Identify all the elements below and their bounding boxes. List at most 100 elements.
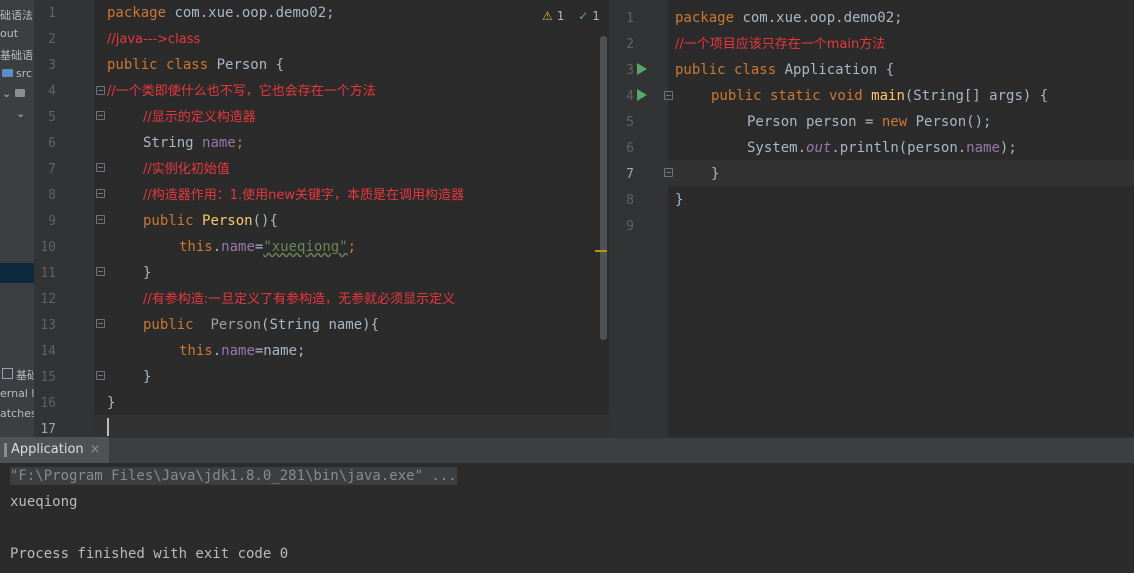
- project-panel: 础语法 out 基础语 src ⌄ ⌄ 基础 ernal l atches: [0, 0, 34, 437]
- code-line: //实例化初始值: [143, 156, 230, 182]
- fold-marker-icon[interactable]: [664, 168, 673, 177]
- keyword: package: [675, 10, 735, 26]
- keyword: public static void: [711, 88, 872, 104]
- line-number: 5: [626, 115, 634, 130]
- code-line: //有参构造:一旦定义了有参构造，无参就必须显示定义: [143, 286, 455, 312]
- fold-marker-icon[interactable]: [664, 91, 673, 100]
- project-item[interactable]: out: [0, 27, 18, 40]
- line-number: 7: [48, 162, 56, 177]
- code-line: Person person = new Person();: [747, 109, 991, 135]
- warning-triangle-icon[interactable]: ⚠: [542, 9, 553, 23]
- library-icon: [2, 368, 13, 379]
- warning-count: 1: [556, 9, 565, 23]
- keyword: public class: [107, 57, 209, 73]
- string-literal: "xueqiong": [263, 239, 348, 255]
- close-icon[interactable]: ×: [90, 442, 101, 457]
- line-number: 4: [48, 84, 56, 99]
- fold-marker-icon[interactable]: [96, 86, 105, 95]
- console-command: "F:\Program Files\Java\jdk1.8.0_281\bin\…: [10, 467, 457, 485]
- code-text: }: [143, 265, 152, 281]
- project-item[interactable]: 基础语: [0, 47, 33, 63]
- line-number: 12: [40, 292, 56, 307]
- code-line: }: [143, 260, 151, 286]
- method-name: Person: [210, 317, 262, 333]
- code-text: com.xue.oop.demo02;: [734, 10, 903, 26]
- vertical-scrollbar[interactable]: [600, 36, 607, 340]
- comment: //java--->class: [107, 32, 201, 47]
- line-number: 1: [48, 6, 56, 21]
- project-item-label: 基础: [16, 369, 34, 382]
- editor-application[interactable]: 1 2 3 4 5 6 7 8 9 package com.xue.oop.de…: [609, 0, 1134, 437]
- editor-person[interactable]: 1 2 3 4 5 6 7 8 9 10 11 12 13 14 15 16 1…: [34, 0, 648, 441]
- run-gutter-icon[interactable]: [637, 89, 647, 101]
- line-number: 11: [40, 266, 56, 281]
- line-number: 2: [48, 32, 56, 47]
- code-text: .: [212, 343, 222, 359]
- comment: //有参构造:一旦定义了有参构造，无参就必须显示定义: [143, 292, 456, 307]
- comment: //构造器作用：1.使用new关键字，本质是在调用构造器: [143, 188, 465, 203]
- run-console[interactable]: "F:\Program Files\Java\jdk1.8.0_281\bin\…: [0, 463, 1134, 573]
- line-number: 2: [626, 37, 634, 52]
- warning-stripe-marker[interactable]: [595, 250, 607, 252]
- code-text: System.: [747, 140, 807, 156]
- code-text: Person person =: [747, 114, 882, 130]
- run-gutter-icon[interactable]: [637, 63, 647, 75]
- project-item[interactable]: ernal l: [0, 387, 34, 400]
- code-line: //一个项目应该只存在一个main方法: [675, 31, 885, 57]
- fold-marker-icon[interactable]: [96, 371, 105, 380]
- code-text: String: [143, 135, 203, 151]
- code-text: (String[] args) {: [904, 88, 1049, 104]
- code-text: (String name){: [261, 317, 380, 333]
- project-item[interactable]: 础语法: [0, 7, 33, 23]
- code-line: public static void main(String[] args) {: [711, 83, 1048, 109]
- run-config-icon: [4, 442, 7, 457]
- console-command-line: "F:\Program Files\Java\jdk1.8.0_281\bin\…: [10, 467, 457, 485]
- line-number: 9: [626, 219, 634, 234]
- expand-chevron-icon[interactable]: ⌄: [2, 87, 25, 100]
- code-text: (){: [252, 213, 278, 229]
- code-line: //显示的定义构造器: [143, 104, 256, 130]
- fold-marker-icon[interactable]: [96, 215, 105, 224]
- run-tab-application[interactable]: Application ×: [0, 437, 109, 463]
- code-text: =name;: [254, 343, 306, 359]
- line-number: 13: [40, 318, 56, 333]
- comment: //显示的定义构造器: [143, 110, 256, 125]
- project-item-folder[interactable]: src: [2, 67, 32, 80]
- console-exit-message: Process finished with exit code 0: [10, 546, 289, 562]
- fold-marker-icon[interactable]: [96, 111, 105, 120]
- fold-marker-icon[interactable]: [96, 319, 105, 328]
- field-name: name: [221, 343, 255, 359]
- project-item[interactable]: atches: [0, 407, 34, 420]
- line-number: 4: [626, 89, 634, 104]
- code-text: Person {: [208, 57, 285, 73]
- field-name: name: [966, 140, 1000, 156]
- line-number: 7: [626, 167, 634, 182]
- code-line: //java--->class: [107, 26, 200, 52]
- code-text: Person();: [907, 114, 992, 130]
- fold-marker-icon[interactable]: [96, 267, 105, 276]
- folder-icon: [2, 69, 13, 77]
- code-text: }: [107, 395, 116, 411]
- code-text: }: [143, 369, 152, 385]
- expand-chevron-icon[interactable]: ⌄: [16, 107, 25, 120]
- code-text: }: [675, 192, 684, 208]
- fold-marker-icon[interactable]: [96, 189, 105, 198]
- code-text: ;: [347, 239, 357, 255]
- line-number: 9: [48, 214, 56, 229]
- code-text: ;: [235, 135, 245, 151]
- line-number: 15: [40, 370, 56, 385]
- field-name: name: [202, 135, 236, 151]
- fold-marker-icon[interactable]: [96, 163, 105, 172]
- code-line: }: [675, 187, 683, 213]
- typo-check-icon[interactable]: ✓: [578, 9, 588, 23]
- current-line-highlight: [668, 160, 1134, 186]
- static-field: out: [806, 140, 832, 156]
- keyword: new: [881, 114, 908, 130]
- keyword: this: [179, 239, 213, 255]
- code-text: com.xue.oop.demo02;: [166, 5, 335, 21]
- code-line: String name;: [143, 130, 244, 156]
- code-line: this.name=name;: [179, 338, 305, 364]
- code-line: public class Application {: [675, 57, 894, 83]
- code-line: public class Person {: [107, 52, 284, 78]
- project-item-library[interactable]: 基础: [2, 367, 34, 383]
